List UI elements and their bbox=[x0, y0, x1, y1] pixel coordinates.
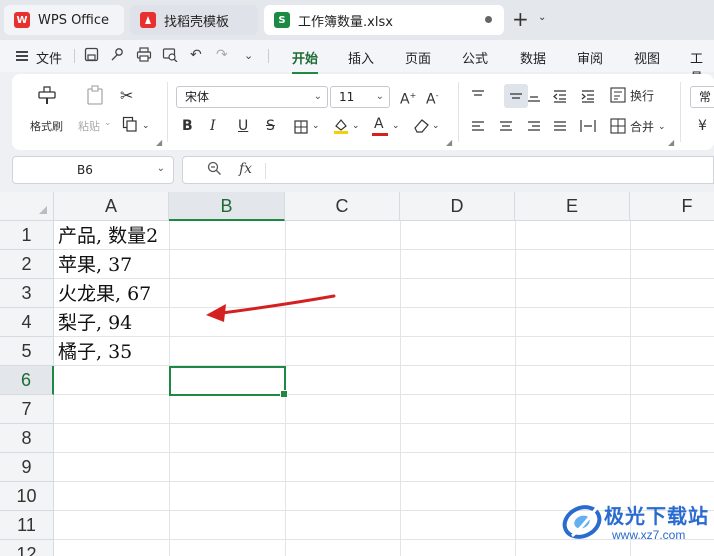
close-tab-icon[interactable] bbox=[485, 16, 492, 23]
merge-icon[interactable] bbox=[610, 118, 626, 138]
merge-button[interactable]: 合并 bbox=[630, 119, 654, 135]
tab-page[interactable]: 页面 bbox=[405, 48, 431, 67]
docer-logo-icon bbox=[140, 12, 156, 28]
file-menu[interactable]: 文件 bbox=[36, 48, 62, 67]
tab-review[interactable]: 审阅 bbox=[577, 48, 603, 67]
wps-logo-icon: W bbox=[14, 12, 30, 28]
chevron-down-icon[interactable]: ⌄ bbox=[392, 118, 400, 134]
number-format-select[interactable]: 常 bbox=[690, 86, 714, 108]
chevron-down-icon[interactable]: ⌄ bbox=[352, 118, 360, 134]
divider bbox=[458, 82, 459, 142]
tab-docer-templates[interactable]: 找稻壳模板 bbox=[130, 5, 258, 35]
align-center-icon[interactable] bbox=[498, 119, 514, 138]
align-top-icon[interactable] bbox=[470, 88, 486, 107]
increase-font-icon[interactable]: A+ bbox=[400, 88, 416, 108]
chevron-down-icon[interactable]: ⌄ bbox=[658, 119, 666, 135]
wrap-text-button[interactable]: 换行 bbox=[630, 88, 654, 104]
print-icon[interactable] bbox=[136, 47, 152, 66]
spreadsheet-icon: S bbox=[274, 12, 290, 28]
watermark-logo-icon bbox=[562, 505, 602, 539]
watermark: 极光下载站 www.xz7.com bbox=[560, 496, 710, 552]
divider bbox=[167, 82, 168, 142]
distribute-icon[interactable] bbox=[580, 118, 596, 138]
format-painter-button[interactable]: 格式刷 bbox=[30, 118, 63, 134]
formula-bar[interactable]: fx bbox=[182, 156, 714, 184]
print-preview-icon[interactable] bbox=[162, 47, 178, 66]
divider bbox=[265, 163, 266, 179]
decrease-indent-icon[interactable] bbox=[552, 88, 568, 107]
chevron-down-icon[interactable]: ⌄ bbox=[104, 118, 112, 128]
wrap-text-icon[interactable] bbox=[610, 87, 626, 107]
decrease-font-icon[interactable]: A- bbox=[426, 88, 438, 108]
align-middle-icon[interactable] bbox=[508, 88, 524, 107]
divider bbox=[680, 82, 681, 142]
tab-data[interactable]: 数据 bbox=[520, 48, 546, 67]
cell-reference: B6 bbox=[77, 163, 93, 177]
chevron-down-icon[interactable]: ⌄ bbox=[432, 118, 440, 134]
insert-function-button[interactable]: fx bbox=[239, 161, 252, 177]
menu-bar: 文件 ↶ ↷ ⌄ 开始 插入 页面 公式 数据 审阅 视图 工具 bbox=[0, 40, 714, 86]
alignment-expand-icon[interactable]: ◢ bbox=[668, 138, 674, 147]
borders-icon[interactable] bbox=[294, 119, 308, 138]
hamburger-menu-icon[interactable] bbox=[16, 51, 28, 61]
tab-wps-office[interactable]: W WPS Office bbox=[4, 5, 124, 35]
strikethrough-button[interactable]: S bbox=[266, 118, 275, 134]
redo-icon[interactable]: ↷ bbox=[216, 47, 228, 63]
watermark-url: www.xz7.com bbox=[612, 528, 686, 542]
watermark-title: 极光下载站 bbox=[604, 504, 709, 528]
font-size-select[interactable]: 11 ⌄ bbox=[330, 86, 390, 108]
tab-bar: W WPS Office 找稻壳模板 S 工作簿数量.xlsx + ⌄ bbox=[0, 0, 714, 40]
number-format-value: 常 bbox=[699, 90, 712, 104]
fill-color-icon[interactable] bbox=[332, 117, 350, 139]
font-name-select[interactable]: 宋体 ⌄ bbox=[176, 86, 328, 108]
chevron-down-icon[interactable]: ⌄ bbox=[312, 118, 320, 134]
undo-icon[interactable]: ↶ bbox=[190, 47, 202, 63]
tab-label: 找稻壳模板 bbox=[164, 14, 230, 30]
divider bbox=[74, 49, 75, 63]
currency-icon[interactable]: ¥ bbox=[698, 118, 707, 134]
tab-label: WPS Office bbox=[38, 12, 110, 28]
format-painter-icon[interactable] bbox=[36, 84, 58, 110]
chevron-down-icon: ⌄ bbox=[313, 91, 322, 102]
font-size-value: 11 bbox=[339, 90, 355, 104]
paste-icon[interactable] bbox=[84, 84, 106, 110]
cut-icon[interactable]: ✂ bbox=[120, 88, 133, 104]
divider bbox=[268, 49, 269, 63]
increase-indent-icon[interactable] bbox=[580, 88, 596, 107]
underline-button[interactable]: U bbox=[238, 118, 248, 134]
tab-workbook[interactable]: S 工作簿数量.xlsx bbox=[264, 5, 504, 35]
font-name-value: 宋体 bbox=[185, 90, 210, 104]
tab-label: 工作簿数量.xlsx bbox=[298, 14, 393, 30]
zoom-icon[interactable] bbox=[207, 161, 222, 180]
align-left-icon[interactable] bbox=[470, 119, 486, 138]
share-icon[interactable] bbox=[110, 47, 125, 66]
chevron-down-icon[interactable]: ⌄ bbox=[538, 12, 546, 23]
chevron-down-icon: ⌄ bbox=[375, 91, 384, 102]
italic-button[interactable]: I bbox=[210, 118, 216, 134]
clear-format-icon[interactable] bbox=[412, 118, 430, 138]
tab-home[interactable]: 开始 bbox=[292, 48, 319, 74]
clipboard-expand-icon[interactable]: ◢ bbox=[156, 138, 162, 147]
chevron-down-icon[interactable]: ⌄ bbox=[157, 163, 165, 174]
justify-icon[interactable] bbox=[552, 119, 568, 138]
tab-formulas[interactable]: 公式 bbox=[462, 48, 488, 67]
font-expand-icon[interactable]: ◢ bbox=[446, 138, 452, 147]
align-bottom-icon[interactable] bbox=[526, 88, 542, 107]
paste-button[interactable]: 粘贴 bbox=[78, 118, 100, 134]
bold-button[interactable]: B bbox=[182, 118, 193, 134]
tab-insert[interactable]: 插入 bbox=[348, 48, 374, 67]
ribbon: 格式刷 粘贴 ⌄ ✂ ⌄ ◢ 宋体 ⌄ 11 ⌄ A+ A- B I U S ⌄… bbox=[12, 74, 714, 150]
copy-icon[interactable] bbox=[122, 116, 138, 136]
name-box[interactable]: B6 ⌄ bbox=[12, 156, 174, 184]
quick-access-dropdown-icon[interactable]: ⌄ bbox=[244, 49, 253, 62]
tab-view[interactable]: 视图 bbox=[634, 48, 660, 67]
font-color-letter: A bbox=[374, 116, 384, 132]
align-right-icon[interactable] bbox=[526, 119, 542, 138]
save-icon[interactable] bbox=[84, 47, 99, 66]
new-tab-icon[interactable]: + bbox=[512, 9, 529, 29]
chevron-down-icon[interactable]: ⌄ bbox=[142, 118, 150, 134]
